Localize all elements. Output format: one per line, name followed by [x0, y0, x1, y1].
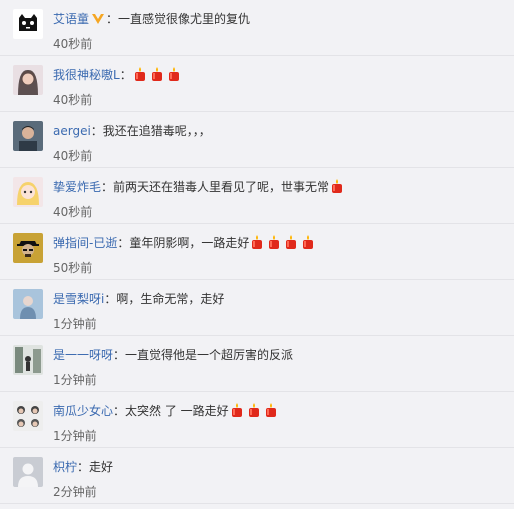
comment-time: 40秒前 [53, 149, 93, 163]
username-link[interactable]: 南瓜少女心 [53, 404, 113, 418]
comment-line: 枳柠：走好 [53, 458, 113, 476]
username-link[interactable]: 枳柠 [53, 460, 77, 474]
candle-emoji-icon [149, 66, 165, 82]
comment-time: 40秒前 [53, 205, 93, 219]
comment-line: 挚爱炸毛：前两天还在猎毒人里看见了呢，世事无常 [53, 178, 346, 196]
comment-time: 1分钟前 [53, 317, 97, 331]
man-photo-avatar[interactable] [13, 121, 43, 151]
comment-item: aergei：我还在追猎毒呢，，， 40秒前 [0, 112, 514, 168]
comment-time: 1分钟前 [53, 373, 97, 387]
username-link[interactable]: 是一一呀呀 [53, 348, 113, 362]
candle-emoji-icon [229, 402, 245, 418]
heisenberg-avatar[interactable] [13, 233, 43, 263]
username-link[interactable]: aergei [53, 124, 91, 138]
comment-line: 是一一呀呀：一直觉得他是一个超厉害的反派 [53, 346, 293, 364]
comment-text: ：前两天还在猎毒人里看见了呢，世事无常 [101, 180, 330, 194]
comment-item: 艾语童 ：一直感觉很像尤里的复仇 40秒前 [0, 0, 514, 56]
comment-text: ： [119, 68, 132, 82]
comment-item: 枳柠：走好 2分钟前 [0, 448, 514, 504]
blue-photo-avatar[interactable] [13, 289, 43, 319]
candle-emoji-icon [329, 178, 345, 194]
candle-emoji-icon [132, 66, 148, 82]
comment-line: 南瓜少女心：太突然 了 一路走好 [53, 402, 280, 420]
username-link[interactable]: 我很神秘嗷L [53, 68, 120, 82]
candle-emoji-icon [300, 234, 316, 250]
comment-time: 2分钟前 [53, 485, 97, 499]
comment-time: 1分钟前 [53, 429, 97, 443]
comment-time: 40秒前 [53, 93, 93, 107]
comment-text: ：啊，生命无常，走好 [104, 292, 225, 306]
comment-text: ：一直觉得他是一个超厉害的反派 [113, 348, 294, 362]
username-link[interactable]: 是雪梨呀i [53, 292, 104, 306]
comment-text: ：我还在追猎毒呢，，， [90, 124, 211, 138]
tmall-cat-avatar[interactable] [13, 9, 43, 39]
candle-emoji-icon [263, 402, 279, 418]
anime-girl-avatar[interactable] [13, 177, 43, 207]
candle-emoji-icon [246, 402, 262, 418]
username-link[interactable]: 挚爱炸毛 [53, 180, 101, 194]
comment-list: 艾语童 ：一直感觉很像尤里的复仇 40秒前 我很神秘嗷L： 40秒前 aergei… [0, 0, 514, 509]
street-photo-avatar[interactable] [13, 345, 43, 375]
comment-item: 弹指间-已逝：童年阴影啊，一路走好 50秒前 [0, 224, 514, 280]
comment-line: 是雪梨呀i：啊，生命无常，走好 [53, 290, 224, 308]
comment-time: 40秒前 [53, 37, 93, 51]
girl-photo-avatar[interactable] [13, 65, 43, 95]
verified-badge-icon [91, 12, 105, 30]
comment-line: 艾语童 ：一直感觉很像尤里的复仇 [53, 10, 250, 28]
candle-emoji-icon [249, 234, 265, 250]
username-link[interactable]: 艾语童 [53, 12, 89, 26]
candle-emoji-icon [266, 234, 282, 250]
comment-item: 我很神秘嗷L： 40秒前 [0, 56, 514, 112]
comment-time: 50秒前 [53, 261, 93, 275]
comment-text: ：童年阴影啊，一路走好 [117, 236, 250, 250]
comment-text: ：走好 [77, 460, 114, 474]
comment-item: 是雪梨呀i：啊，生命无常，走好 1分钟前 [0, 280, 514, 336]
comment-line: 我很神秘嗷L： [53, 66, 183, 84]
default-avatar[interactable] [13, 457, 43, 487]
username-link[interactable]: 弹指间-已逝 [53, 236, 117, 250]
comment-text: ：一直感觉很像尤里的复仇 [106, 12, 251, 26]
comment-item: 是一一呀呀：一直觉得他是一个超厉害的反派 1分钟前 [0, 336, 514, 392]
candle-emoji-icon [166, 66, 182, 82]
comment-item: 南瓜少女心：太突然 了 一路走好 1分钟前 [0, 392, 514, 448]
comment-line: 弹指间-已逝：童年阴影啊，一路走好 [53, 234, 317, 252]
comment-item: 挚爱炸毛：前两天还在猎毒人里看见了呢，世事无常 40秒前 [0, 168, 514, 224]
group-photo-avatar[interactable] [13, 401, 43, 431]
comment-text: ：太突然 了 一路走好 [113, 404, 229, 418]
candle-emoji-icon [283, 234, 299, 250]
comment-line: aergei：我还在追猎毒呢，，， [53, 122, 211, 140]
